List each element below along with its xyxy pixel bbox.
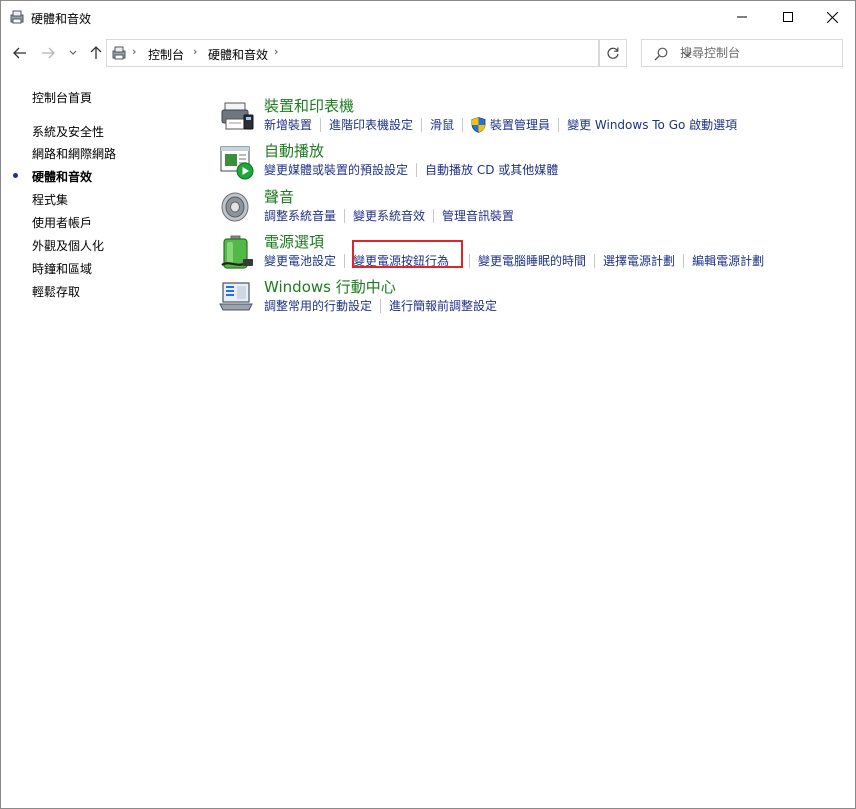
adjust-volume-link[interactable]: 調整系統音量 xyxy=(264,207,336,224)
sidebar-item-user-accounts[interactable]: 使用者帳戶 xyxy=(32,214,92,231)
link-divider xyxy=(433,208,435,223)
category-title[interactable]: Windows 行動中心 xyxy=(264,276,396,297)
address-bar[interactable]: › 控制台 › 硬體和音效 › xyxy=(106,39,692,67)
sidebar-item-appearance[interactable]: 外觀及個人化 xyxy=(32,237,104,254)
category-title[interactable]: 電源選項 xyxy=(264,231,324,252)
link-divider xyxy=(320,117,322,132)
highlight-box xyxy=(352,240,463,268)
battery-icon xyxy=(219,235,255,271)
mobility-center-icon xyxy=(219,280,255,316)
category-links: 變更電池設定 變更電源按鈕行為 變更電腦睡眠的時間 選擇電源計劃 編輯電源計劃 xyxy=(264,252,764,269)
manage-audio-devices-link[interactable]: 管理音訊裝置 xyxy=(442,207,514,224)
link-divider xyxy=(594,253,596,268)
sidebar-item-network[interactable]: 網路和網際網路 xyxy=(32,145,116,162)
category-title[interactable]: 裝置和印表機 xyxy=(264,95,354,116)
window-title: 硬體和音效 xyxy=(31,12,92,26)
speaker-icon xyxy=(219,190,255,226)
link-divider xyxy=(344,253,346,268)
category-links: 變更媒體或裝置的預設設定 自動播放 CD 或其他媒體 xyxy=(264,161,558,178)
device-manager-link[interactable]: 裝置管理員 xyxy=(490,116,550,133)
maximize-button[interactable] xyxy=(765,1,811,33)
add-device-link[interactable]: 新增裝置 xyxy=(264,116,312,133)
presentation-settings-link[interactable]: 進行簡報前調整設定 xyxy=(389,297,497,314)
sidebar-item-programs[interactable]: 程式集 xyxy=(32,191,68,208)
search-box[interactable] xyxy=(641,39,843,67)
link-divider xyxy=(683,253,685,268)
category-title[interactable]: 自動播放 xyxy=(264,140,324,161)
autoplay-cd-link[interactable]: 自動播放 CD 或其他媒體 xyxy=(425,161,558,178)
search-input[interactable] xyxy=(680,44,838,62)
breadcrumb-separator-icon[interactable]: › xyxy=(274,45,278,58)
link-divider xyxy=(558,117,560,132)
sidebar-item-hardware-sound[interactable]: 硬體和音效 xyxy=(32,168,92,185)
navigation-bar: › 控制台 › 硬體和音效 › xyxy=(1,37,855,69)
category-links: 調整常用的行動設定 進行簡報前調整設定 xyxy=(264,297,497,314)
category-links: 調整系統音量 變更系統音效 管理音訊裝置 xyxy=(264,207,514,224)
windows-to-go-link[interactable]: 變更 Windows To Go 啟動選項 xyxy=(567,116,737,133)
control-panel-window: 硬體和音效 › 控制台 › 硬體和音效 › 搜尋控制台 控制台首頁 系統及安全性… xyxy=(0,0,856,809)
printer-icon xyxy=(219,99,255,135)
change-sounds-link[interactable]: 變更系統音效 xyxy=(353,207,425,224)
link-divider xyxy=(462,117,464,132)
category-links: 新增裝置 進階印表機設定 滑鼠 裝置管理員 變更 Windows To Go 啟… xyxy=(264,116,737,133)
forward-button[interactable] xyxy=(38,43,58,63)
mouse-link[interactable]: 滑鼠 xyxy=(430,116,454,133)
link-divider xyxy=(421,117,423,132)
choose-power-plan-link[interactable]: 選擇電源計劃 xyxy=(603,252,675,269)
close-button[interactable] xyxy=(809,1,855,33)
link-divider xyxy=(469,253,471,268)
active-bullet-icon xyxy=(13,173,18,178)
sidebar-item-clock-region[interactable]: 時鐘和區域 xyxy=(32,260,92,277)
uac-shield-icon xyxy=(471,116,486,133)
link-divider xyxy=(416,162,418,177)
search-icon xyxy=(654,46,668,65)
sidebar-item-ease-of-access[interactable]: 輕鬆存取 xyxy=(32,283,80,300)
sidebar-item-system-security[interactable]: 系統及安全性 xyxy=(32,123,104,140)
breadcrumb-item[interactable]: 控制台 xyxy=(148,46,184,63)
control-panel-icon xyxy=(111,45,127,61)
refresh-button[interactable] xyxy=(599,39,627,67)
category-title[interactable]: 聲音 xyxy=(264,186,294,207)
advanced-printer-setup-link[interactable]: 進階印表機設定 xyxy=(329,116,413,133)
breadcrumb-separator-icon[interactable]: › xyxy=(132,45,136,58)
change-battery-settings-link[interactable]: 變更電池設定 xyxy=(264,252,336,269)
title-bar: 硬體和音效 xyxy=(1,1,855,33)
recent-locations-button[interactable] xyxy=(63,43,83,63)
control-panel-icon xyxy=(9,9,25,25)
adjust-mobility-settings-link[interactable]: 調整常用的行動設定 xyxy=(264,297,372,314)
link-divider xyxy=(380,298,382,313)
back-button[interactable] xyxy=(10,43,30,63)
breadcrumb-separator-icon[interactable]: › xyxy=(193,45,197,58)
change-sleep-time-link[interactable]: 變更電腦睡眠的時間 xyxy=(478,252,586,269)
change-media-defaults-link[interactable]: 變更媒體或裝置的預設設定 xyxy=(264,161,408,178)
edit-power-plan-link[interactable]: 編輯電源計劃 xyxy=(692,252,764,269)
link-divider xyxy=(344,208,346,223)
autoplay-icon xyxy=(219,144,255,180)
up-button[interactable] xyxy=(86,43,106,63)
breadcrumb-item[interactable]: 硬體和音效 xyxy=(208,46,268,63)
minimize-button[interactable] xyxy=(719,1,765,33)
sidebar-item-home[interactable]: 控制台首頁 xyxy=(32,89,92,106)
